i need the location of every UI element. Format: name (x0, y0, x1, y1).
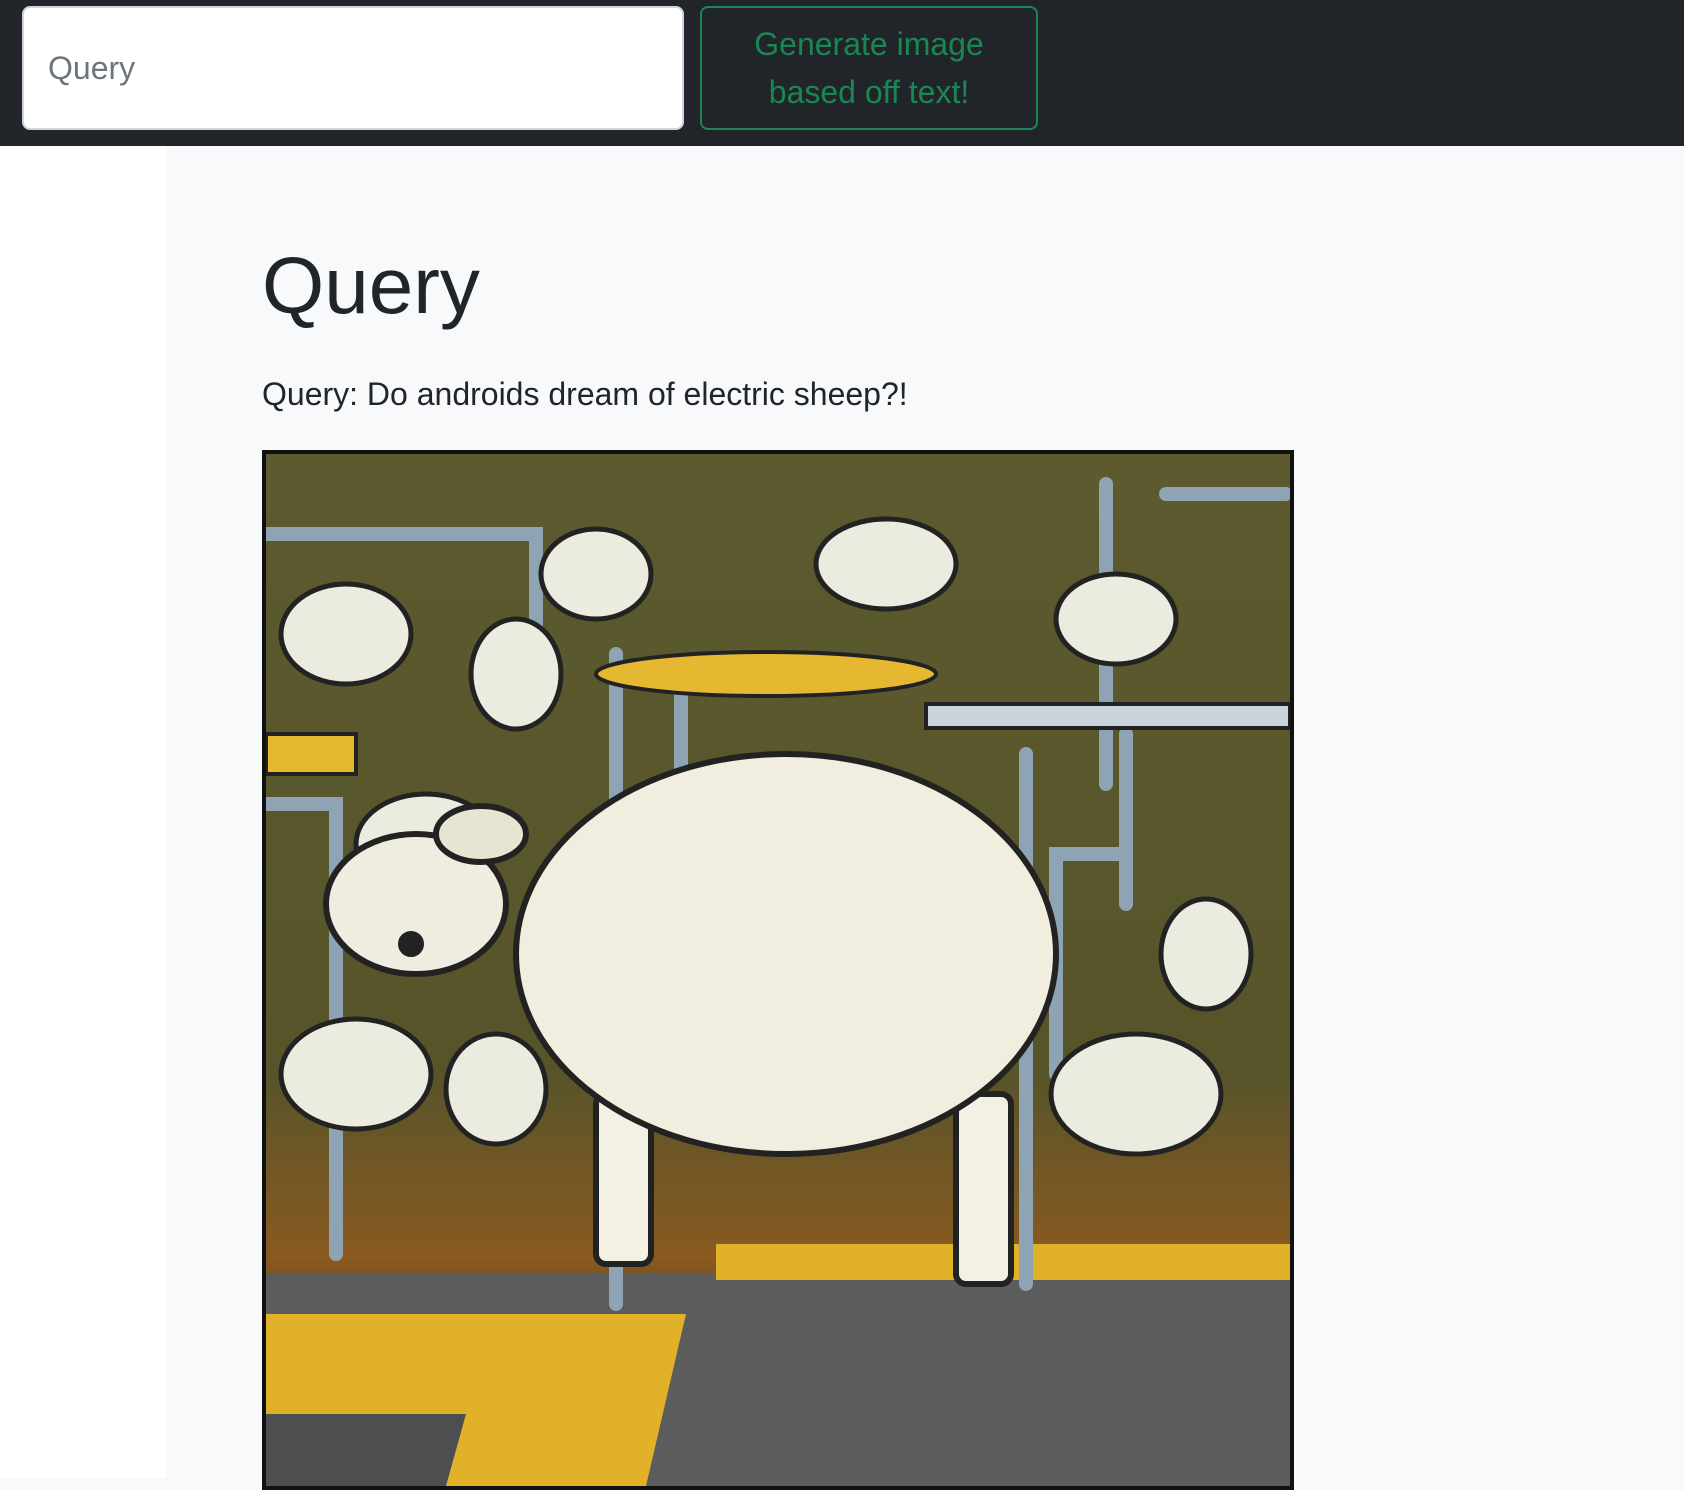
sidebar (0, 146, 166, 1478)
page-title: Query (262, 241, 480, 330)
generated-image (262, 450, 1294, 1490)
generate-image-button[interactable]: Generate image based off text! (700, 6, 1038, 130)
search-input[interactable] (22, 6, 684, 130)
main-content: Query Query: Do androids dream of electr… (166, 146, 1684, 1490)
top-navbar: Generate image based off text! (0, 0, 1684, 146)
query-text: Query: Do androids dream of electric she… (262, 376, 908, 412)
sheep-illustration (266, 454, 1290, 1486)
